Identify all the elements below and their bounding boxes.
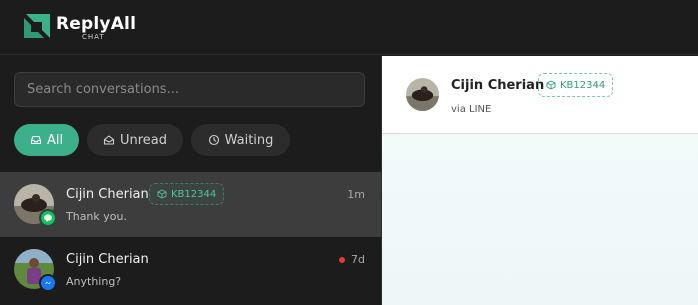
filter-unread[interactable]: Unread bbox=[87, 124, 183, 156]
chat-panel: Cijin Cherian KB12344 via LINE bbox=[381, 56, 698, 305]
chat-channel-label: via LINE bbox=[451, 104, 492, 115]
envelope-icon bbox=[103, 135, 115, 145]
message-time: 1m bbox=[347, 188, 365, 201]
chat-ticket-tag[interactable]: KB12344 bbox=[538, 73, 614, 97]
avatar bbox=[406, 78, 439, 111]
message-preview: Anything? bbox=[66, 275, 122, 288]
contact-name: Cijin Cherian bbox=[66, 187, 149, 202]
cube-icon bbox=[157, 189, 167, 199]
message-time: 7d bbox=[351, 253, 365, 266]
unread-indicator bbox=[339, 257, 345, 263]
conversation-item[interactable]: Cijin Cherian KB12344 Thank you. 1m bbox=[0, 172, 381, 237]
line-icon bbox=[39, 209, 57, 227]
message-preview: Thank you. bbox=[66, 210, 127, 223]
search-input[interactable] bbox=[14, 72, 365, 107]
filter-waiting-label: Waiting bbox=[224, 132, 274, 148]
clock-icon bbox=[208, 134, 219, 146]
app-subtitle: CHAT bbox=[82, 33, 105, 41]
chat-contact-name: Cijin Cherian bbox=[451, 78, 545, 93]
inbox-icon bbox=[30, 135, 41, 145]
cube-icon bbox=[546, 80, 556, 90]
chat-header: Cijin Cherian KB12344 via LINE bbox=[382, 56, 698, 134]
conversation-list-panel: All Unread Waiting Cijin Cherian KB12344 bbox=[0, 56, 381, 305]
app-name: ReplyAll bbox=[56, 14, 137, 34]
logo-mark-icon bbox=[24, 14, 50, 38]
filter-all-label: All bbox=[46, 132, 64, 148]
messenger-icon bbox=[39, 274, 57, 292]
conversation-item[interactable]: Cijin Cherian Anything? 7d bbox=[0, 237, 381, 302]
filter-unread-label: Unread bbox=[119, 132, 168, 148]
top-bar: ReplyAll CHAT bbox=[0, 0, 698, 55]
chat-ticket-tag-label: KB12344 bbox=[560, 79, 606, 91]
ticket-tag-label: KB12344 bbox=[171, 188, 217, 200]
filter-all[interactable]: All bbox=[14, 124, 79, 156]
app-logo[interactable]: ReplyAll CHAT bbox=[22, 12, 136, 44]
filter-waiting[interactable]: Waiting bbox=[191, 124, 290, 156]
ticket-tag: KB12344 bbox=[149, 183, 225, 205]
contact-name: Cijin Cherian bbox=[66, 252, 149, 267]
